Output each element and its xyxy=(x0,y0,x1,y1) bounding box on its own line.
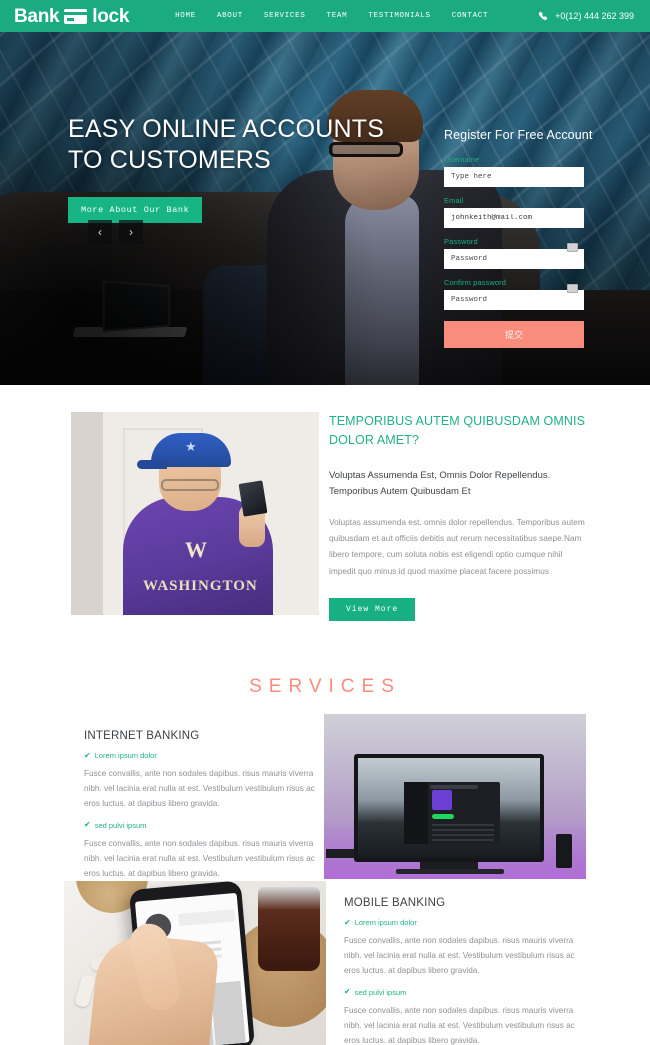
coffee-glass xyxy=(258,887,320,971)
slider-prev-arrow-icon[interactable]: ‹ xyxy=(88,220,112,244)
check-icon: ✔ xyxy=(344,917,351,927)
internet-banking-image xyxy=(324,714,586,879)
app-album-art xyxy=(432,790,452,810)
mobile-banking-feature-2-text: Fusce convallis, ante non sodales dapibu… xyxy=(344,1005,575,1045)
mobile-banking-feature-1-text: Fusce convallis, ante non sodales dapibu… xyxy=(344,936,575,976)
about-image: W WASHINGTON ★ xyxy=(71,412,319,615)
nav-item-home[interactable]: HOME xyxy=(175,12,196,20)
internet-banking-feature-1-label: ✔ Lorem ipsum dolor xyxy=(84,751,334,760)
internet-banking-feature-1-text: Fusce convallis, ante non sodales dapibu… xyxy=(84,769,315,809)
check-icon: ✔ xyxy=(84,750,91,760)
feature-label: sed pulvi ipsum xyxy=(354,987,407,997)
internet-banking-title: INTERNET BANKING xyxy=(84,730,200,742)
mobile-banking-title: MOBILE BANKING xyxy=(344,897,446,909)
confirm-password-label: Confirm password xyxy=(444,278,507,287)
feature-label: sed pulvi ipsum xyxy=(94,820,147,830)
email-field-group: Email xyxy=(444,196,584,228)
password-reveal-icon[interactable] xyxy=(567,243,578,252)
email-input[interactable] xyxy=(444,208,584,228)
app-track-row xyxy=(432,824,494,826)
nav-item-contact[interactable]: CONTACT xyxy=(452,12,488,20)
nav-item-services[interactable]: SERVICES xyxy=(264,12,306,20)
about-text-block: TEMPORIBUS AUTEM QUIBUSDAM OMNIS DOLOR A… xyxy=(329,412,585,621)
cap-star-icon: ★ xyxy=(185,439,197,454)
registration-form: Register For Free Account Username Email… xyxy=(444,128,593,348)
username-label: Username xyxy=(444,155,480,164)
feature-label: Lorem ipsum dolor xyxy=(354,918,417,927)
about-image-wall xyxy=(71,412,103,615)
nav-item-testimonials[interactable]: TESTIMONIALS xyxy=(368,12,430,20)
feature-label: Lorem ipsum dolor xyxy=(94,751,157,760)
about-person-glasses xyxy=(161,479,219,491)
registration-form-title: Register For Free Account xyxy=(444,128,593,142)
check-icon: ✔ xyxy=(84,820,91,830)
phone-number: +0(12) 444 262 399 xyxy=(555,11,634,21)
app-track-row xyxy=(432,839,494,841)
confirm-password-input[interactable] xyxy=(444,290,584,310)
internet-banking-text: INTERNET BANKING ✔ Lorem ipsum dolor Fus… xyxy=(84,730,334,881)
about-person-hoodie-text: WASHINGTON xyxy=(143,578,258,594)
about-person-credit-card xyxy=(238,480,268,517)
app-track-row xyxy=(432,834,494,836)
view-more-button[interactable]: View More xyxy=(329,597,416,621)
hero-slider: EASY ONLINE ACCOUNTS TO CUSTOMERS More A… xyxy=(0,32,650,385)
profile-stats xyxy=(178,909,235,926)
mobile-banking-feature-1-label: ✔ Lorem ipsum dolor xyxy=(344,918,594,927)
page-root: Bank lock HOME ABOUT SERVICES TEAM TESTI… xyxy=(0,0,650,1045)
logo-text-bank: Bank xyxy=(14,5,60,27)
speaker xyxy=(556,834,572,868)
app-play-button xyxy=(432,814,454,819)
slider-controls: ‹ › xyxy=(88,220,143,244)
confirm-password-field-group: Confirm password xyxy=(444,278,584,310)
logo-text-lock: lock xyxy=(92,5,130,27)
email-label: Email xyxy=(444,196,464,205)
hero-title: EASY ONLINE ACCOUNTS TO CUSTOMERS xyxy=(68,115,385,174)
app-search-bar xyxy=(430,785,478,789)
about-person-hoodie-letter: W xyxy=(185,537,207,562)
phone-icon xyxy=(538,11,548,21)
password-input[interactable] xyxy=(444,249,584,269)
monitor-base xyxy=(396,869,504,874)
password-field-group: Password xyxy=(444,237,584,269)
internet-banking-feature-2-label: ✔ sed pulvi ipsum xyxy=(84,821,334,830)
monitor-screen xyxy=(358,758,540,858)
mobile-banking-feature-2-label: ✔ sed pulvi ipsum xyxy=(344,988,594,997)
about-person-cap: ★ xyxy=(137,433,231,469)
mobile-banking-text: MOBILE BANKING ✔ Lorem ipsum dolor Fusce… xyxy=(344,897,594,1045)
confirm-password-reveal-icon[interactable] xyxy=(567,284,578,293)
services-heading: SERVICES xyxy=(249,676,401,697)
site-header: Bank lock HOME ABOUT SERVICES TEAM TESTI… xyxy=(0,0,650,32)
monitor-app-window xyxy=(404,782,500,844)
internet-banking-feature-2-text: Fusce convallis, ante non sodales dapibu… xyxy=(84,838,315,878)
header-phone[interactable]: +0(12) 444 262 399 xyxy=(538,11,634,21)
hero-content: EASY ONLINE ACCOUNTS TO CUSTOMERS More A… xyxy=(68,114,388,223)
main-nav: HOME ABOUT SERVICES TEAM TESTIMONIALS CO… xyxy=(175,12,488,20)
monitor-frame xyxy=(354,754,544,862)
mobile-banking-image xyxy=(64,881,326,1045)
app-track-row xyxy=(432,829,494,831)
check-icon: ✔ xyxy=(344,987,351,997)
password-label: Password xyxy=(444,237,478,246)
nav-item-team[interactable]: TEAM xyxy=(327,12,348,20)
site-logo[interactable]: Bank lock xyxy=(14,7,129,26)
about-subtitle: Voluptas Assumenda Est, Omnis Dolor Repe… xyxy=(329,469,551,497)
username-field-group: Username xyxy=(444,155,584,187)
slider-next-arrow-icon[interactable]: › xyxy=(119,220,143,244)
username-input[interactable] xyxy=(444,167,584,187)
submit-button[interactable]: 提交 xyxy=(444,321,584,348)
about-title: TEMPORIBUS AUTEM QUIBUSDAM OMNIS DOLOR A… xyxy=(329,414,586,448)
about-body-text: Voluptas assumenda est. omnis dolor repe… xyxy=(329,517,585,576)
credit-card-icon xyxy=(64,8,88,24)
nav-item-about[interactable]: ABOUT xyxy=(217,12,243,20)
app-sidebar xyxy=(404,782,428,844)
